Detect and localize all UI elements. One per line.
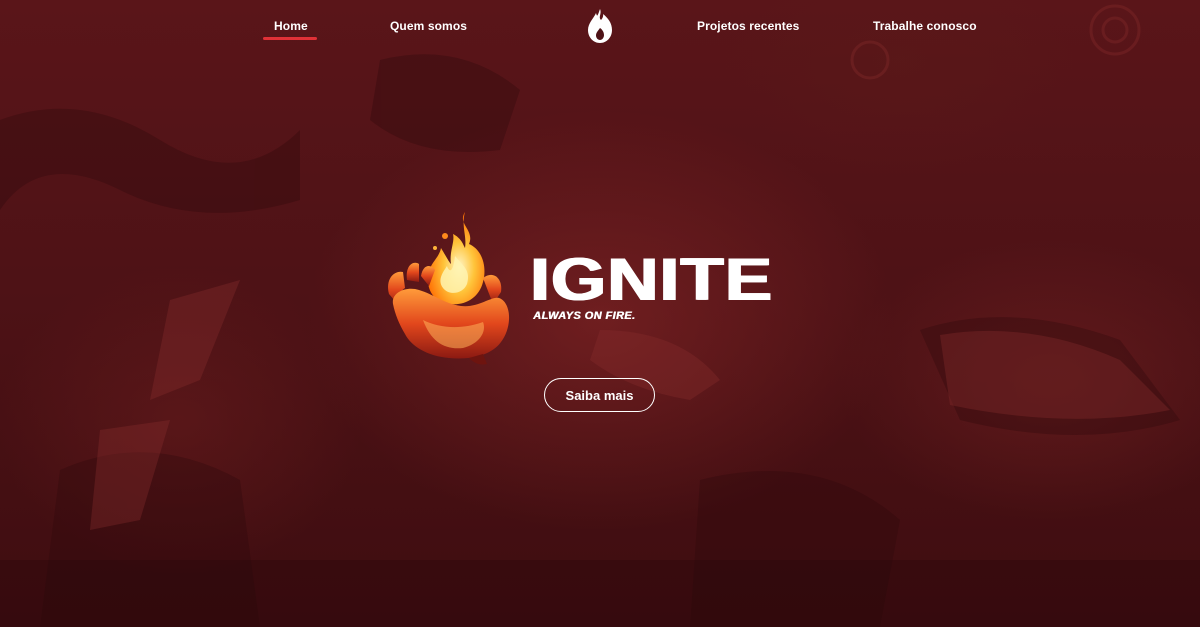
nav-link-quem-somos[interactable]: Quem somos [390,19,467,33]
flaming-hand-icon [383,208,518,368]
landing-page: Home Quem somos Projetos recentes Trabal… [0,0,1200,627]
flame-drop-icon[interactable] [585,8,615,44]
nav-link-projetos-recentes[interactable]: Projetos recentes [697,19,799,33]
nav-link-trabalhe-conosco[interactable]: Trabalhe conosco [873,19,977,33]
active-nav-indicator [263,37,317,40]
nav-link-home[interactable]: Home [274,19,308,33]
brand-title: IGNITE [529,246,773,313]
brand-tagline: ALWAYS ON FIRE. [533,310,636,322]
saiba-mais-button[interactable]: Saiba mais [544,378,655,412]
top-navigation: Home Quem somos Projetos recentes Trabal… [0,0,1200,56]
